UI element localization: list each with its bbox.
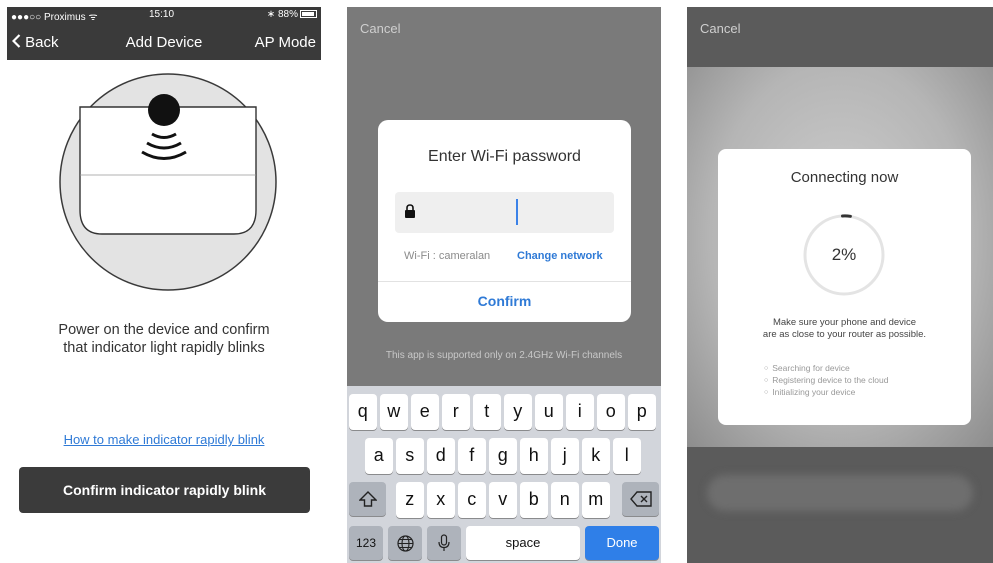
key-f[interactable]: f xyxy=(458,438,486,474)
shift-key[interactable] xyxy=(349,482,386,516)
indicator-light-icon xyxy=(148,94,180,126)
key-k[interactable]: k xyxy=(582,438,610,474)
wifi-support-note: This app is supported only on 2.4GHz Wi-… xyxy=(385,350,623,361)
key-j[interactable]: j xyxy=(551,438,579,474)
connecting-screen: Cancel Connecting now 2% Make sure your … xyxy=(687,7,993,563)
confirm-button[interactable]: Confirm xyxy=(378,281,631,322)
carrier-label: ●●●○○ Proximus ᯤ xyxy=(11,12,98,23)
key-o[interactable]: o xyxy=(597,394,625,430)
battery-icon xyxy=(300,10,317,19)
key-y[interactable]: y xyxy=(504,394,532,430)
password-input[interactable] xyxy=(395,192,614,233)
space-key[interactable]: space xyxy=(466,526,580,560)
key-u[interactable]: u xyxy=(535,394,563,430)
key-d[interactable]: d xyxy=(427,438,455,474)
blurred-button-backdrop xyxy=(707,475,973,511)
delete-key[interactable] xyxy=(622,482,659,516)
key-x[interactable]: x xyxy=(427,482,455,518)
change-network-link[interactable]: Change network xyxy=(517,250,603,262)
help-link[interactable]: How to make indicator rapidly blink xyxy=(7,432,321,447)
key-p[interactable]: p xyxy=(628,394,656,430)
on-screen-keyboard: 123 space Done qwertyuiop asdfghjkl zxcvbn… xyxy=(347,386,661,563)
key-b[interactable]: b xyxy=(520,482,548,518)
delete-icon xyxy=(629,491,652,507)
proximity-note: Make sure your phone and device are as c… xyxy=(762,317,927,340)
navigation-bar: Back Add Device AP Mode xyxy=(7,22,321,60)
add-device-screen: ●●●○○ Proximus ᯤ 15:10 ∗ 88% Back Add De… xyxy=(7,7,321,563)
cancel-button[interactable]: Cancel xyxy=(700,21,740,36)
ap-mode-button[interactable]: AP Mode xyxy=(255,34,316,51)
key-e[interactable]: e xyxy=(411,394,439,430)
key-i[interactable]: i xyxy=(566,394,594,430)
step-item: Searching for device xyxy=(764,363,888,375)
key-s[interactable]: s xyxy=(396,438,424,474)
step-item: Registering device to the cloud xyxy=(764,375,888,387)
clock-label: 15:10 xyxy=(149,9,175,20)
key-g[interactable]: g xyxy=(489,438,517,474)
dialog-title: Connecting now xyxy=(790,169,899,186)
globe-icon xyxy=(396,535,414,552)
progress-percent: 2% xyxy=(831,245,857,264)
lock-icon xyxy=(405,204,415,218)
mic-icon xyxy=(438,534,450,551)
cancel-button[interactable]: Cancel xyxy=(360,21,400,36)
key-c[interactable]: c xyxy=(458,482,486,518)
text-cursor xyxy=(516,199,518,225)
instruction-text: Power on the device and confirm that ind… xyxy=(58,322,270,356)
confirm-blink-button[interactable]: Confirm indicator rapidly blink xyxy=(19,467,310,513)
numbers-key[interactable]: 123 xyxy=(349,526,383,560)
key-l[interactable]: l xyxy=(613,438,641,474)
key-z[interactable]: z xyxy=(396,482,424,518)
dialog-title: Enter Wi-Fi password xyxy=(428,148,581,165)
key-t[interactable]: t xyxy=(473,394,501,430)
key-m[interactable]: m xyxy=(582,482,610,518)
connection-steps: Searching for device Registering device … xyxy=(764,363,888,399)
key-v[interactable]: v xyxy=(489,482,517,518)
battery-status: ∗ 88% xyxy=(267,9,317,20)
shift-icon xyxy=(357,491,378,507)
wifi-name-label: Wi-Fi : cameralan xyxy=(404,250,491,262)
globe-key[interactable] xyxy=(388,526,422,560)
status-bar: ●●●○○ Proximus ᯤ 15:10 ∗ 88% xyxy=(7,7,321,23)
key-a[interactable]: a xyxy=(365,438,393,474)
key-q[interactable]: q xyxy=(349,394,377,430)
connecting-dialog: Connecting now 2% Make sure your phone a… xyxy=(718,149,971,425)
key-r[interactable]: r xyxy=(442,394,470,430)
bluetooth-icon: ∗ xyxy=(266,9,276,20)
wifi-password-screen: Cancel Enter Wi-Fi password Wi-Fi : came… xyxy=(347,7,661,563)
dictation-key[interactable] xyxy=(427,526,461,560)
key-n[interactable]: n xyxy=(551,482,579,518)
wifi-password-dialog: Enter Wi-Fi password Wi-Fi : cameralan C… xyxy=(378,120,631,322)
done-key[interactable]: Done xyxy=(585,526,659,560)
battery-percent: 88% xyxy=(277,9,298,20)
key-w[interactable]: w xyxy=(380,394,408,430)
key-h[interactable]: h xyxy=(520,438,548,474)
step-item: Initializing your device xyxy=(764,387,888,399)
device-illustration xyxy=(59,73,277,291)
